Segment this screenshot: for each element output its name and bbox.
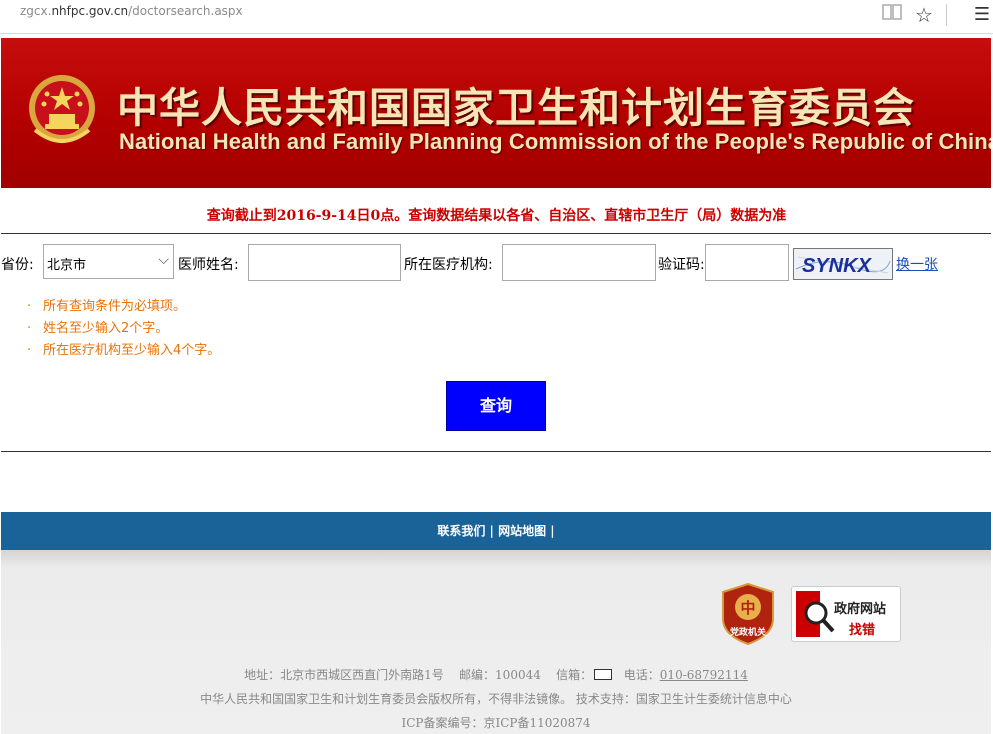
captcha-label: 验证码:: [658, 257, 705, 273]
bullet-icon: ·: [27, 343, 32, 358]
divider-top: [1, 233, 991, 234]
tip-item: · 姓名至少输入2个字。: [27, 318, 220, 340]
tip-item: · 所在医疗机构至少输入4个字。: [27, 340, 220, 362]
reading-view-icon[interactable]: [880, 2, 904, 28]
doctor-name-label: 医师姓名:: [178, 257, 239, 273]
favorite-star-icon[interactable]: ☆: [912, 2, 936, 28]
data-notice: 查询截止到2016-9-14日0点。查询数据结果以各省、自治区、直辖市卫生厅（局…: [206, 208, 787, 224]
tip-text: 所在医疗机构至少输入4个字。: [43, 343, 221, 358]
contact-us-link[interactable]: 联系我们: [437, 524, 485, 538]
captcha-image[interactable]: SYNKX: [793, 248, 893, 280]
province-label: 省份:: [1, 257, 34, 273]
banner-title-en: National Health and Family Planning Comm…: [119, 129, 991, 154]
badge-party-text: 党政机关: [730, 626, 766, 638]
party-government-badge-icon[interactable]: 中 党政机关: [722, 583, 774, 645]
chevron-down-icon: ⌵: [158, 252, 169, 268]
url-domain: nhfpc.gov.cn: [51, 4, 129, 18]
bullet-icon: ·: [27, 321, 32, 336]
footer-contact-line: 地址：北京市西城区西直门外南路1号 邮编：100044 信箱： 电话：010-6…: [1, 666, 991, 683]
banner-title-cn: 中华人民共和国国家卫生和计划生育委员会: [117, 84, 915, 132]
mail-icon[interactable]: [594, 669, 613, 680]
magnifier-icon: [796, 591, 835, 637]
gov-site-error-report-badge[interactable]: 政府网站 找错: [791, 586, 901, 642]
search-form: 省份: 北京市 ⌵ 医师姓名: 所在医疗机构: 验证码: SYNKX 换一张: [0, 244, 993, 282]
url-prefix: zgcx.: [20, 4, 52, 18]
doctor-name-input[interactable]: [248, 244, 401, 281]
captcha-text: SYNKX: [802, 255, 873, 277]
page-footer: 中 党政机关 政府网站 找错 地址：北京市西城区西直门外南路1号 邮编：1000…: [1, 550, 991, 734]
nav-separator: |: [489, 524, 499, 538]
url-path: /doctorsearch.aspx: [128, 4, 243, 18]
tip-text: 姓名至少输入2个字。: [43, 321, 169, 336]
browser-toolbar: zgcx.nhfpc.gov.cn/doctorsearch.aspx ☆ ☰: [0, 0, 993, 34]
footer-icp: ICP备案编号：京ICP备11020874: [401, 716, 591, 730]
search-button[interactable]: 查询: [446, 381, 546, 431]
site-banner: 中华人民共和国国家卫生和计划生育委员会 National Health and …: [1, 38, 991, 188]
svg-text:中: 中: [740, 599, 755, 617]
tip-text: 所有查询条件为必填项。: [43, 299, 187, 314]
site-map-link[interactable]: 网站地图: [498, 524, 546, 538]
footer-postcode: 邮编：100044: [459, 668, 541, 682]
nav-separator: |: [550, 524, 555, 538]
captcha-input[interactable]: [705, 244, 789, 281]
refresh-captcha-link[interactable]: 换一张: [896, 254, 938, 274]
search-tips: · 所有查询条件为必填项。 · 姓名至少输入2个字。 · 所在医疗机构至少输入4个字。: [27, 296, 220, 362]
badge-gov-line1: 政府网站: [834, 602, 887, 617]
menu-icon[interactable]: ☰: [970, 2, 993, 28]
footer-phone-label: 电话：: [623, 668, 660, 682]
divider-bottom: [1, 451, 991, 452]
institution-input[interactable]: [502, 244, 656, 281]
institution-label: 所在医疗机构:: [404, 257, 493, 273]
province-value: 北京市: [47, 258, 87, 273]
footer-phone-link[interactable]: 010-68792114: [660, 668, 748, 682]
badge-gov-line2: 找错: [849, 623, 876, 638]
national-emblem-icon: [29, 75, 95, 143]
footer-copyright: 中华人民共和国国家卫生和计划生育委员会版权所有，不得非法镜像。 技术支持：国家卫…: [200, 692, 792, 706]
province-select[interactable]: 北京市 ⌵: [43, 244, 174, 279]
address-bar[interactable]: zgcx.nhfpc.gov.cn/doctorsearch.aspx: [20, 4, 243, 18]
tip-item: · 所有查询条件为必填项。: [27, 296, 220, 318]
footer-mailbox-label: 信箱：: [556, 668, 593, 682]
footer-address: 地址：北京市西城区西直门外南路1号: [244, 668, 444, 682]
bullet-icon: ·: [27, 299, 32, 314]
toolbar-divider: [946, 4, 947, 26]
footer-nav: 联系我们 | 网站地图 |: [1, 512, 991, 550]
